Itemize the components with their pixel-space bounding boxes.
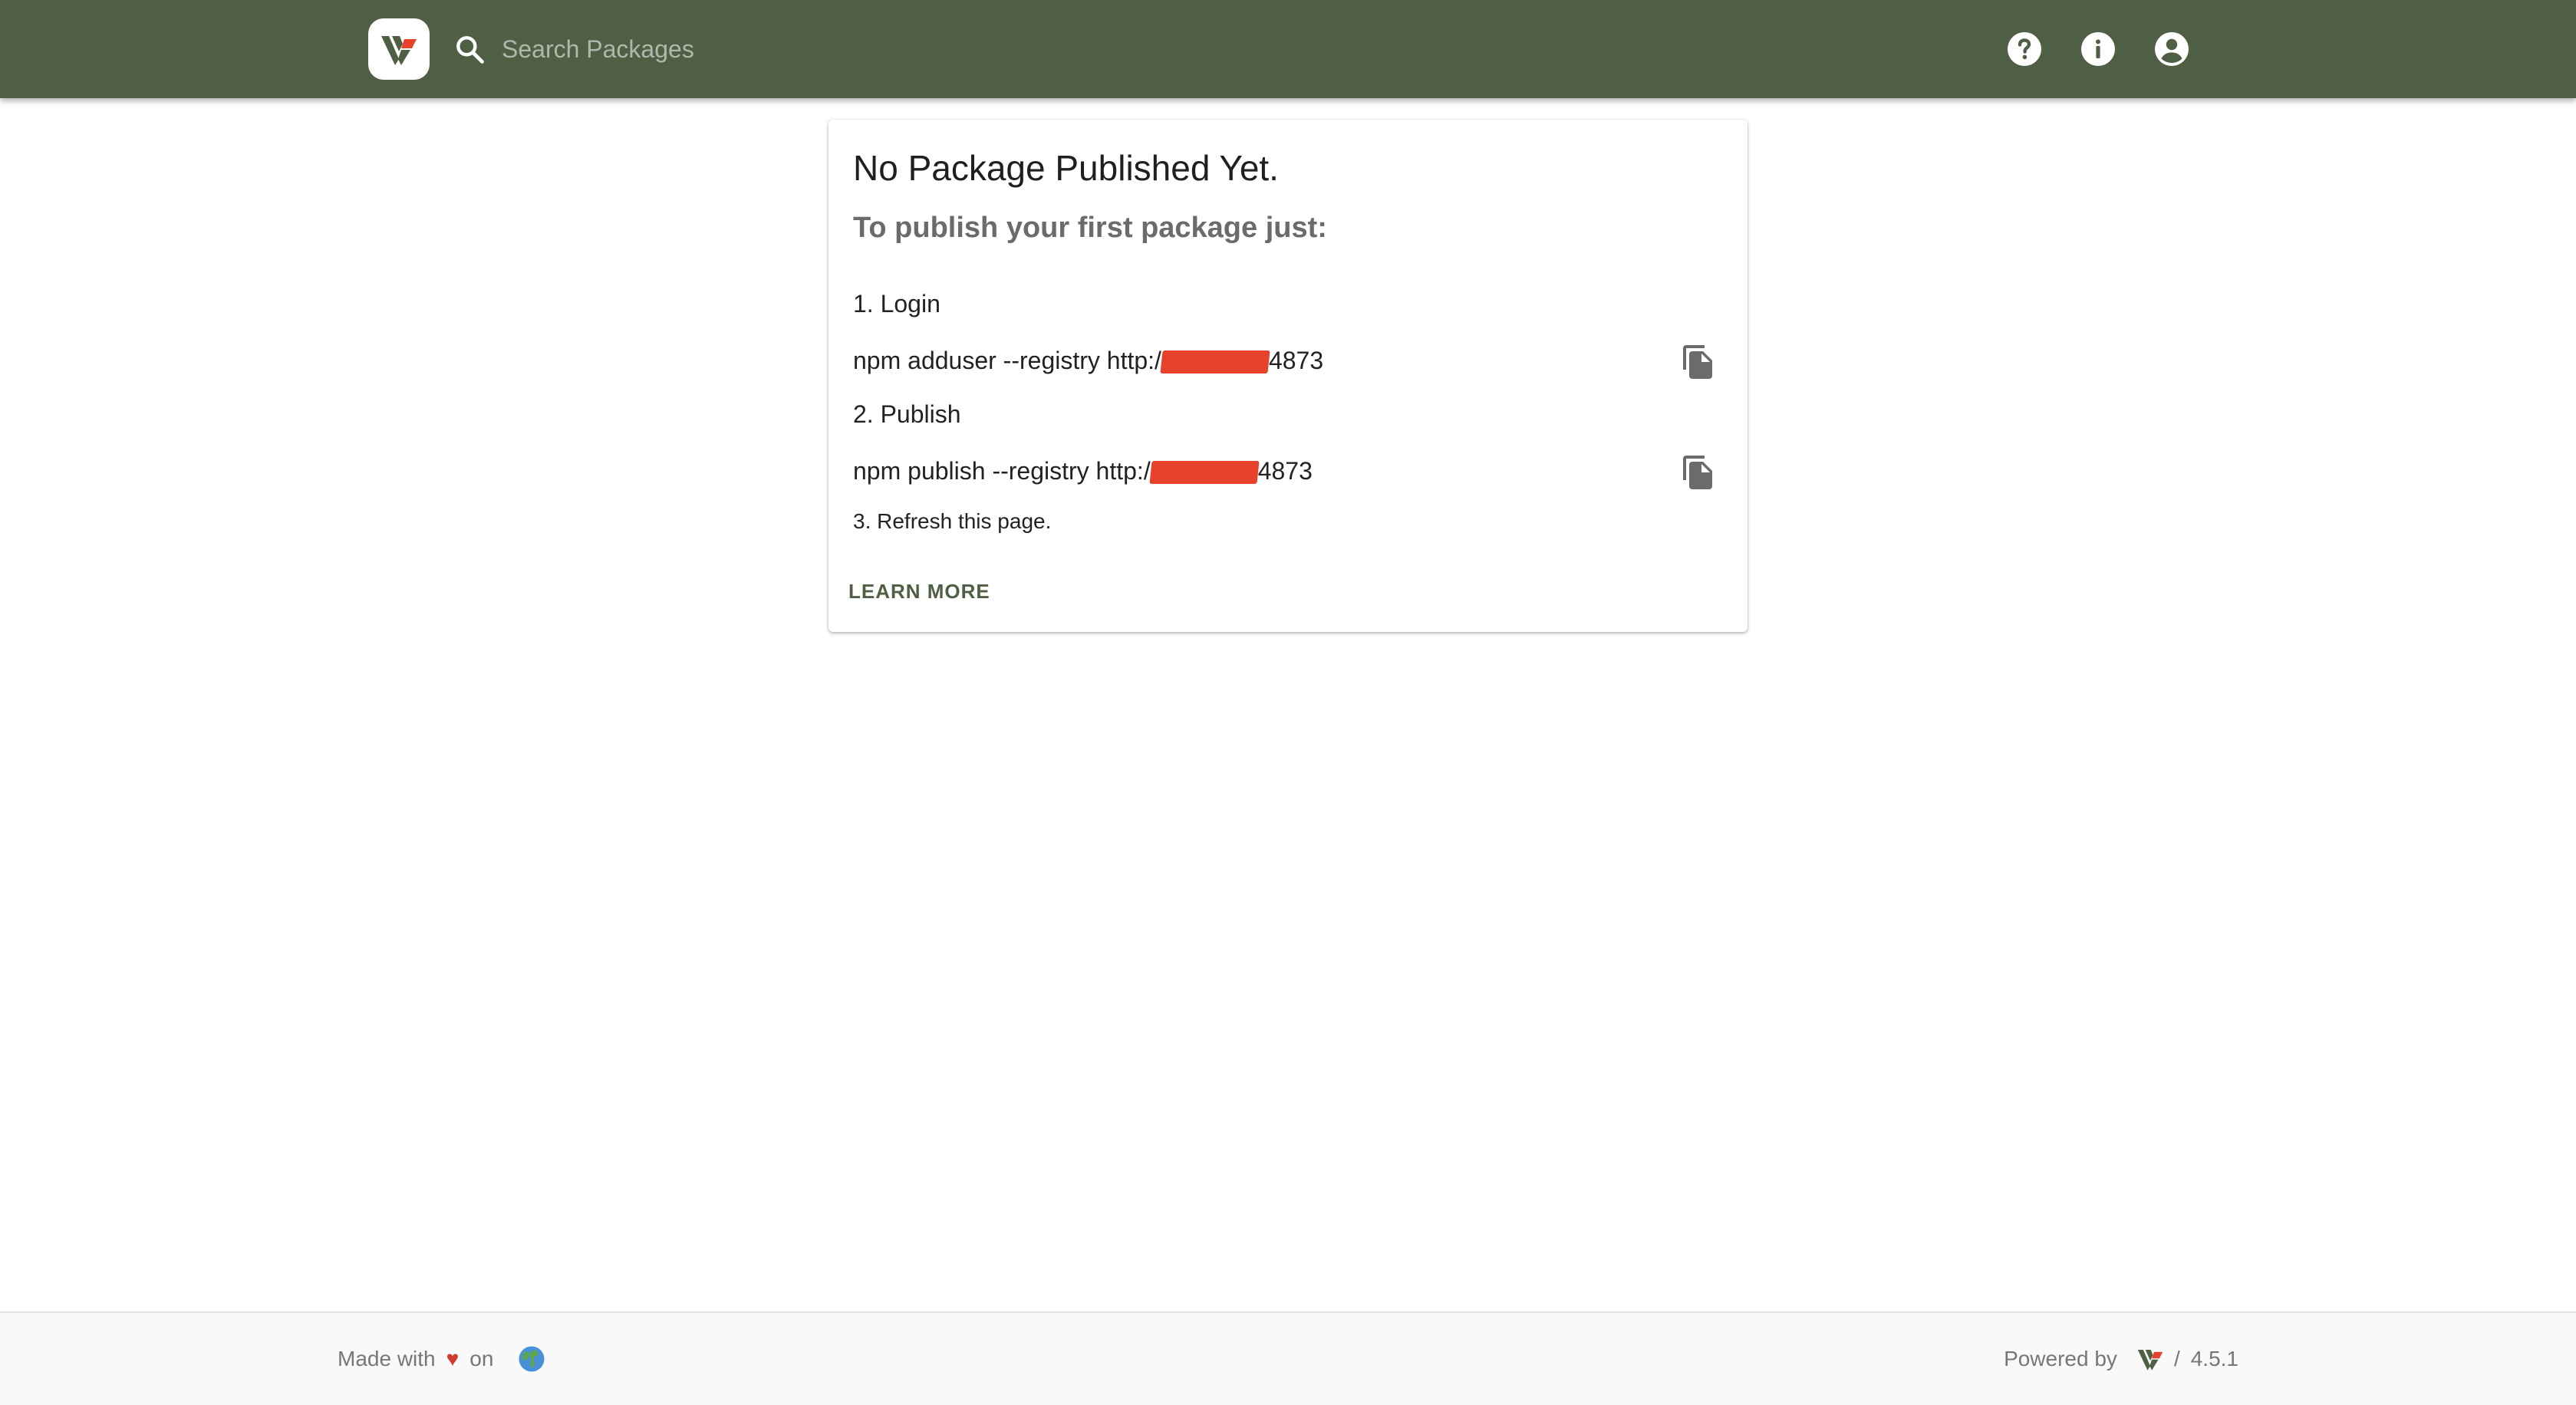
version-separator: / [2173, 1347, 2180, 1370]
help-icon[interactable] [2006, 31, 2043, 67]
on-text: on [469, 1347, 494, 1370]
step-publish-label: 2. Publish [853, 400, 961, 428]
copy-icon [1683, 456, 1712, 489]
version-text: 4.5.1 [2190, 1347, 2238, 1370]
powered-by-credit: Powered by / 4.5.1 [2004, 1345, 2238, 1373]
step-refresh-label: 3. Refresh this page. [853, 509, 1052, 533]
verdaccio-logo-icon[interactable] [2136, 1345, 2165, 1373]
step-login-label: 1. Login [853, 290, 940, 318]
search-input[interactable] [500, 27, 1347, 71]
copy-icon [1683, 345, 1712, 379]
search-bar [453, 26, 1373, 72]
publish-command-row: npm publish --registry http:/ 4873 [853, 451, 1720, 494]
login-command-suffix: 4873 [1268, 347, 1324, 374]
made-with-credit: Made with ♥ on [338, 1345, 545, 1373]
publish-command-prefix: npm publish --registry http:/ [853, 457, 1151, 485]
info-icon[interactable] [2080, 31, 2116, 67]
redaction-mark [1160, 350, 1270, 373]
login-command: npm adduser --registry http:/ 4873 [853, 347, 1323, 375]
publish-command: npm publish --registry http:/ 4873 [853, 457, 1313, 485]
copy-login-command-button[interactable] [1677, 341, 1720, 383]
learn-more-link[interactable]: LEARN MORE [848, 580, 990, 604]
help-card: No Package Published Yet. To publish you… [828, 120, 1748, 632]
account-icon[interactable] [2153, 31, 2190, 67]
globe-icon[interactable] [518, 1345, 545, 1373]
verdaccio-logo-icon [381, 36, 417, 65]
footer: Made with ♥ on Powered by / 4.5.1 [0, 1311, 2576, 1405]
login-command-row: npm adduser --registry http:/ 4873 [853, 341, 1720, 383]
redaction-mark [1149, 461, 1260, 484]
card-title: No Package Published Yet. [853, 148, 1279, 188]
heart-icon: ♥ [446, 1347, 460, 1370]
copy-publish-command-button[interactable] [1677, 451, 1720, 494]
search-icon [456, 36, 484, 64]
card-subtitle: To publish your first package just: [853, 212, 1327, 244]
powered-by-text: Powered by [2004, 1347, 2117, 1370]
made-with-text: Made with [338, 1347, 436, 1370]
login-command-prefix: npm adduser --registry http:/ [853, 347, 1161, 374]
page: No Package Published Yet. To publish you… [0, 0, 2576, 1405]
logo-home-link[interactable] [368, 18, 430, 80]
top-app-bar [0, 0, 2576, 98]
publish-command-suffix: 4873 [1257, 457, 1313, 485]
